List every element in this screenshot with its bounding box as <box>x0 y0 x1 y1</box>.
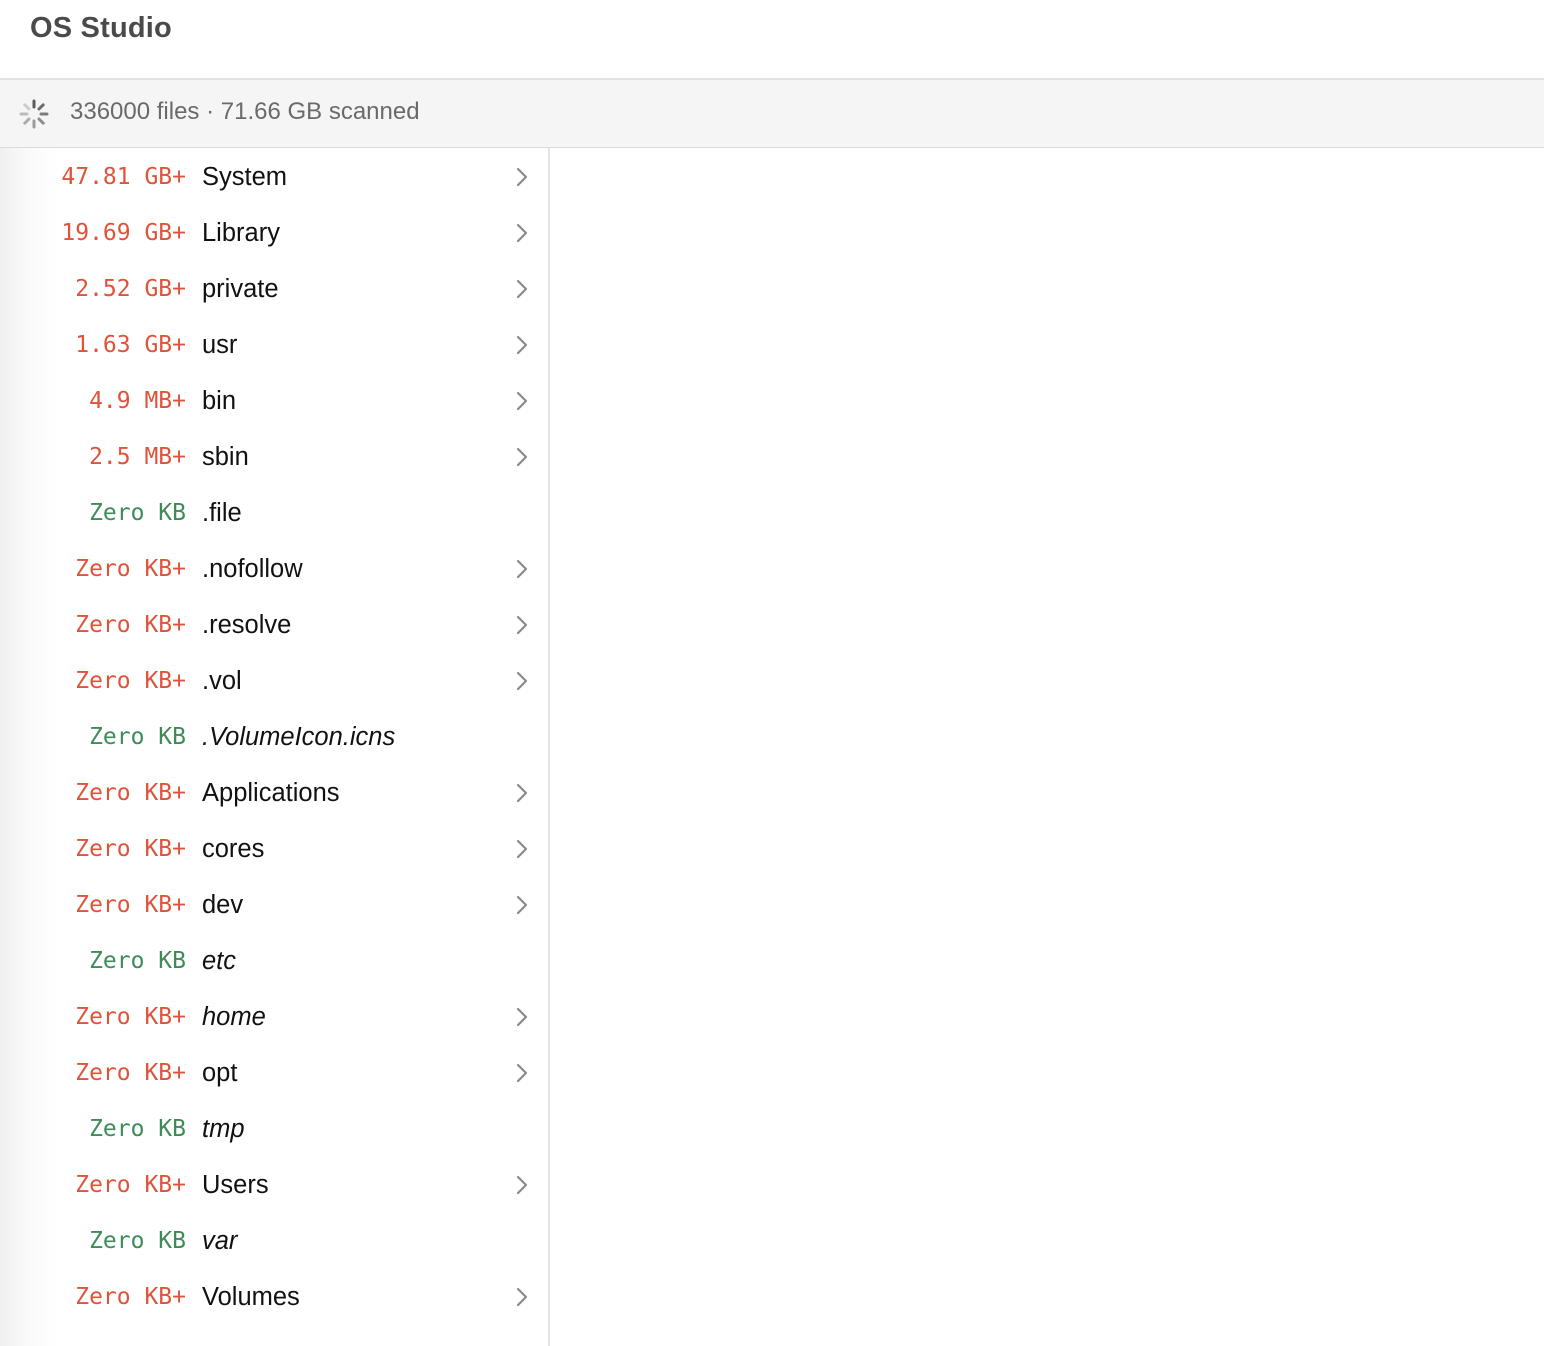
detail-pane <box>552 148 1544 1346</box>
chevron-right-icon[interactable] <box>512 1062 532 1084</box>
file-tree-row[interactable]: Zero KB+ Applications <box>0 765 548 821</box>
entry-name: .file <box>202 499 242 527</box>
file-tree-row[interactable]: Zero KB tmp <box>0 1101 548 1157</box>
entry-size: Zero KB+ <box>75 612 186 638</box>
file-tree-row[interactable]: Zero KB .VolumeIcon.icns <box>0 709 548 765</box>
entry-name: Library <box>202 219 280 247</box>
file-tree-row[interactable]: Zero KB .file <box>0 485 548 541</box>
entry-size: Zero KB <box>89 1116 186 1142</box>
file-tree-row[interactable]: Zero KB+ cores <box>0 821 548 877</box>
file-tree-row[interactable]: 47.81 GB+ System <box>0 149 548 205</box>
file-tree-sidebar[interactable]: 47.81 GB+ System 19.69 GB+ Library 2.52 GB+ p… <box>0 148 550 1346</box>
entry-size: Zero KB+ <box>75 780 186 806</box>
entry-size: Zero KB+ <box>75 892 186 918</box>
entry-size: 2.5 MB+ <box>89 444 186 470</box>
file-tree-row[interactable]: Zero KB etc <box>0 933 548 989</box>
app-window: OS Studio 336000 files · 71.66 GB scanne… <box>0 0 1544 1346</box>
file-tree-row[interactable]: 4.9 MB+ bin <box>0 373 548 429</box>
file-tree-row[interactable]: Zero KB+ .resolve <box>0 597 548 653</box>
entry-name: cores <box>202 835 265 863</box>
entry-name: tmp <box>202 1115 245 1143</box>
chevron-right-icon[interactable] <box>512 166 532 188</box>
chevron-right-icon[interactable] <box>512 838 532 860</box>
entry-name: .vol <box>202 667 242 695</box>
entry-name: Applications <box>202 779 340 807</box>
file-tree-row[interactable]: Zero KB+ dev <box>0 877 548 933</box>
entry-size: Zero KB+ <box>75 1284 186 1310</box>
chevron-right-icon[interactable] <box>512 1174 532 1196</box>
entry-name: Users <box>202 1171 269 1199</box>
loading-spinner-icon <box>19 99 49 129</box>
chevron-right-icon[interactable] <box>512 222 532 244</box>
entry-name: usr <box>202 331 238 359</box>
file-tree-row[interactable]: 2.5 MB+ sbin <box>0 429 548 485</box>
entry-name: home <box>202 1003 266 1031</box>
entry-name: .VolumeIcon.icns <box>202 723 396 751</box>
entry-size: 4.9 MB+ <box>89 388 186 414</box>
entry-name: sbin <box>202 443 249 471</box>
entry-name: Volumes <box>202 1283 300 1311</box>
chevron-right-icon[interactable] <box>512 670 532 692</box>
entry-name: private <box>202 275 279 303</box>
file-tree-row[interactable]: Zero KB+ Volumes <box>0 1269 548 1325</box>
file-tree-row[interactable]: 1.63 GB+ usr <box>0 317 548 373</box>
chevron-right-icon[interactable] <box>512 782 532 804</box>
entry-size: Zero KB <box>89 724 186 750</box>
chevron-right-icon[interactable] <box>512 334 532 356</box>
entry-size: Zero KB+ <box>75 668 186 694</box>
chevron-right-icon[interactable] <box>512 446 532 468</box>
entry-size: Zero KB+ <box>75 1172 186 1198</box>
entry-name: dev <box>202 891 244 919</box>
title-bar: OS Studio <box>0 0 1544 80</box>
entry-name: var <box>202 1227 238 1255</box>
file-tree-row[interactable]: Zero KB+ opt <box>0 1045 548 1101</box>
entry-name: .nofollow <box>202 555 303 583</box>
entry-size: Zero KB <box>89 500 186 526</box>
entry-name: System <box>202 163 288 191</box>
chevron-right-icon[interactable] <box>512 894 532 916</box>
chevron-right-icon[interactable] <box>512 614 532 636</box>
chevron-right-icon[interactable] <box>512 558 532 580</box>
file-tree-row[interactable]: 19.69 GB+ Library <box>0 205 548 261</box>
chevron-right-icon[interactable] <box>512 1286 532 1308</box>
scan-status-bar: 336000 files · 71.66 GB scanned <box>0 80 1544 148</box>
entry-size: Zero KB+ <box>75 1060 186 1086</box>
entry-name: opt <box>202 1059 238 1087</box>
file-tree-row[interactable]: Zero KB+ Users <box>0 1157 548 1213</box>
entry-size: Zero KB <box>89 948 186 974</box>
entry-size: 47.81 GB+ <box>61 164 186 190</box>
entry-size: 2.52 GB+ <box>75 276 186 302</box>
entry-name: .resolve <box>202 611 292 639</box>
entry-name: bin <box>202 387 237 415</box>
entry-size: Zero KB+ <box>75 836 186 862</box>
scan-status-text: 336000 files · 71.66 GB scanned <box>70 98 420 125</box>
chevron-right-icon[interactable] <box>512 1006 532 1028</box>
entry-size: 1.63 GB+ <box>75 332 186 358</box>
app-title: OS Studio <box>30 12 172 44</box>
entry-name: etc <box>202 947 237 975</box>
chevron-right-icon[interactable] <box>512 278 532 300</box>
file-tree-row[interactable]: Zero KB var <box>0 1213 548 1269</box>
entry-size: Zero KB+ <box>75 1004 186 1030</box>
file-tree-row[interactable]: Zero KB+ home <box>0 989 548 1045</box>
file-tree-row[interactable]: 2.52 GB+ private <box>0 261 548 317</box>
file-tree-row[interactable]: Zero KB+ .vol <box>0 653 548 709</box>
file-tree-row[interactable]: Zero KB+ .nofollow <box>0 541 548 597</box>
entry-size: Zero KB+ <box>75 556 186 582</box>
entry-size: 19.69 GB+ <box>61 220 186 246</box>
entry-size: Zero KB <box>89 1228 186 1254</box>
chevron-right-icon[interactable] <box>512 390 532 412</box>
